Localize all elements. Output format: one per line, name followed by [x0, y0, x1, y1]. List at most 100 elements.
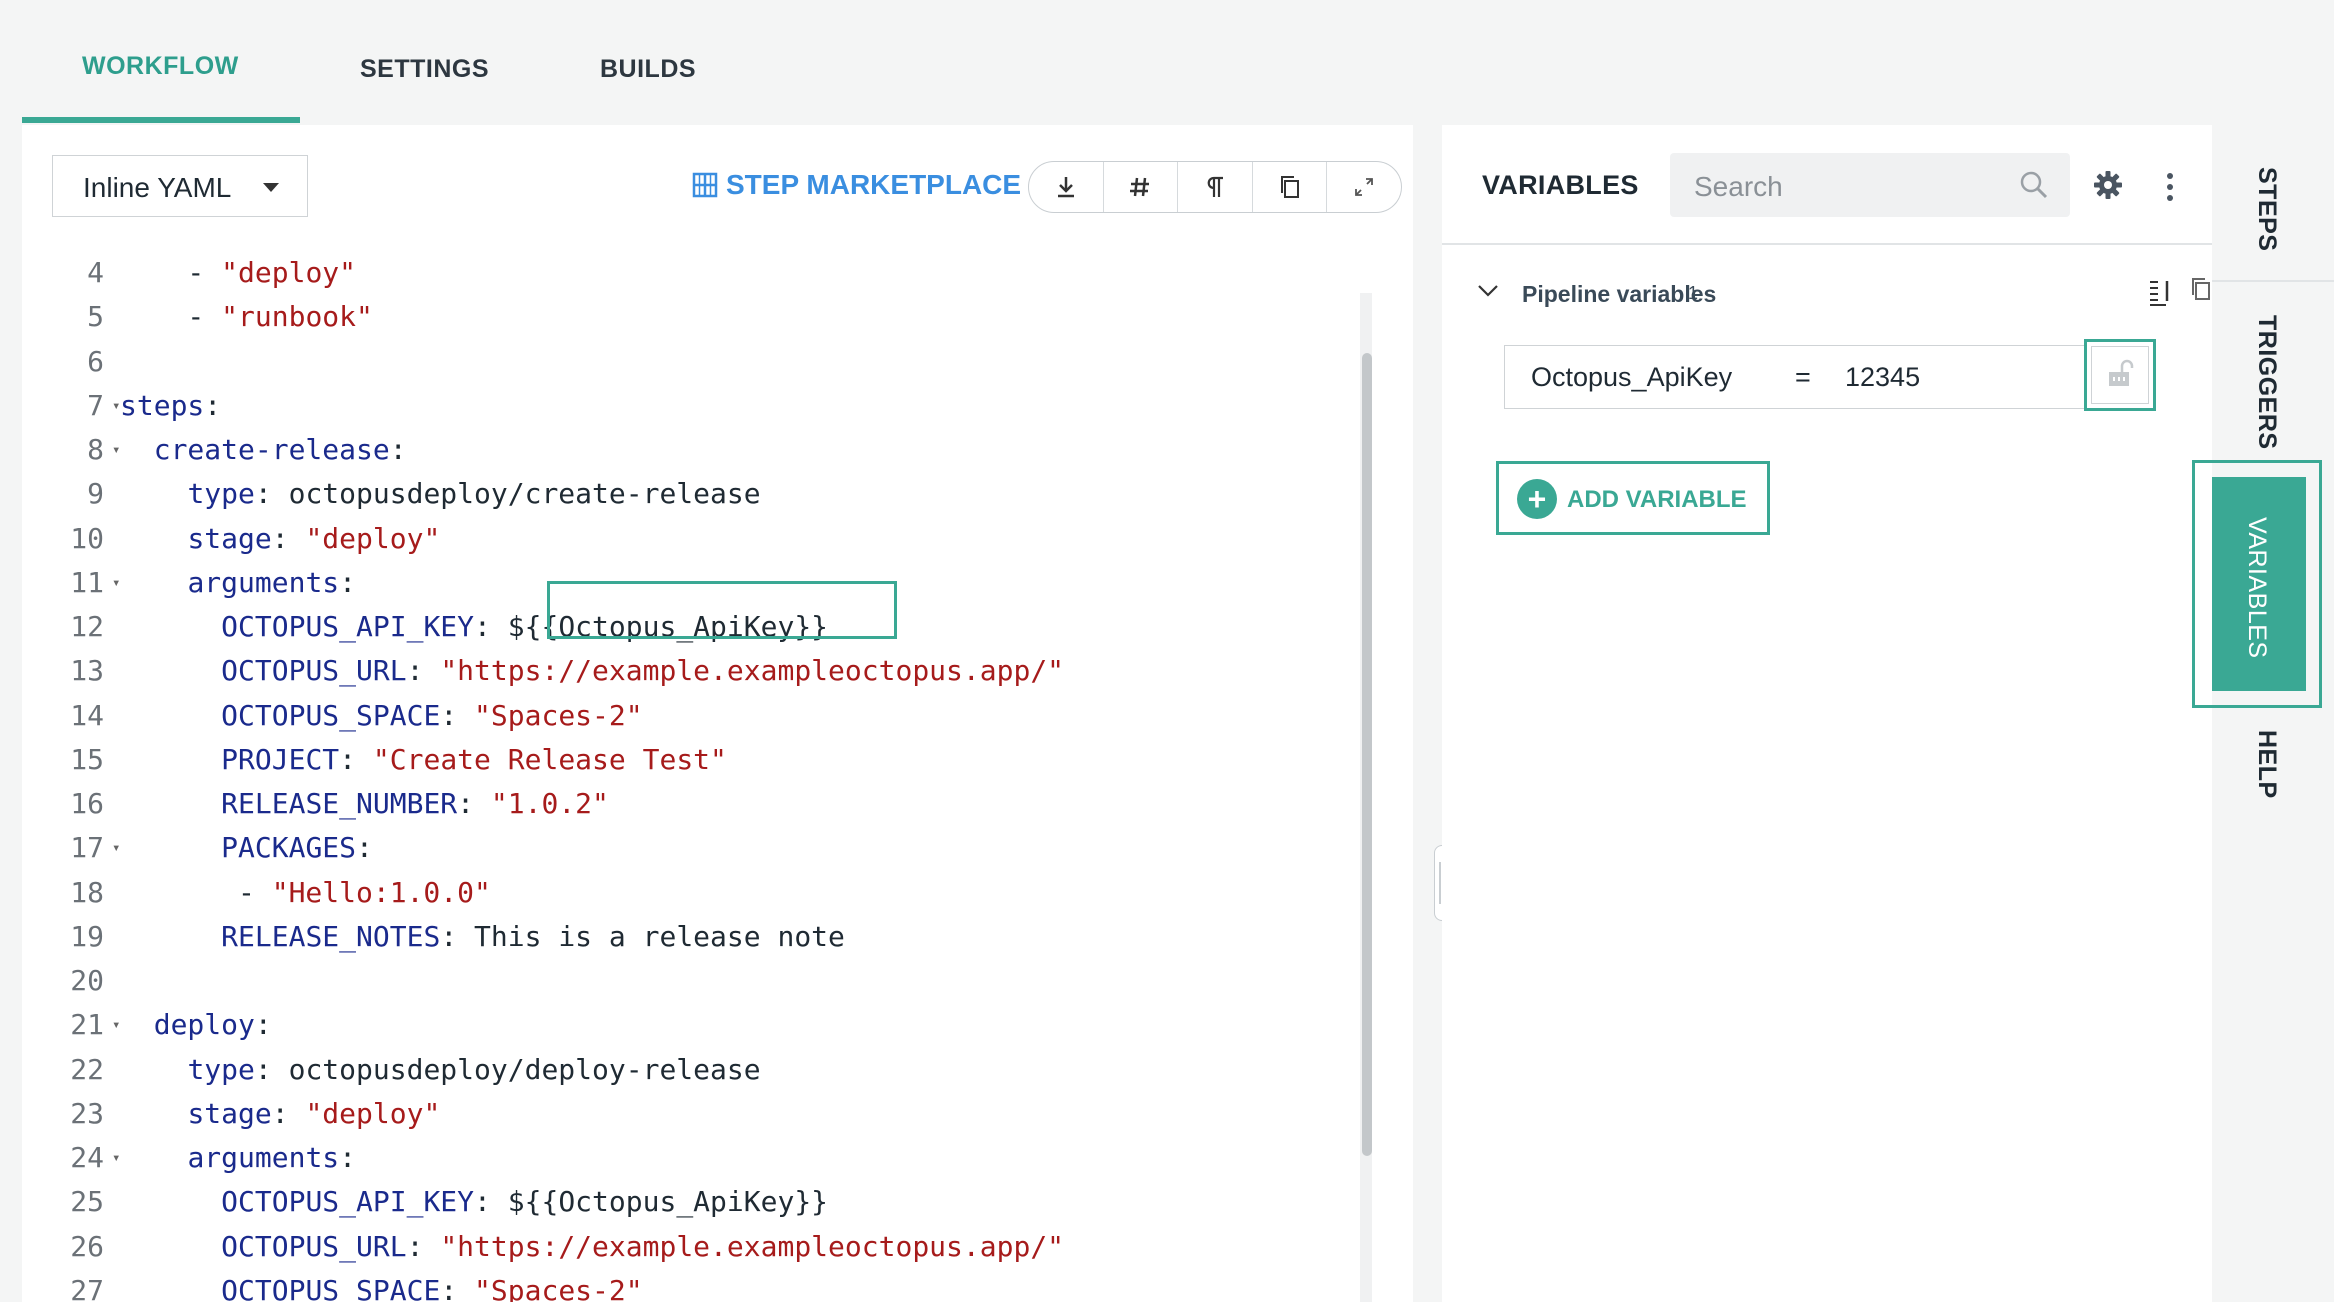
variable-row[interactable]: Octopus_ApiKey = 12345 — [1504, 345, 2092, 409]
code-text: arguments: — [187, 565, 357, 599]
code-line[interactable]: 16 RELEASE_NUMBER: "1.0.2" — [22, 782, 1362, 826]
code-text: OCTOPUS_API_KEY: ${{Octopus_ApiKey}} — [221, 610, 829, 643]
active-tab-indicator — [22, 117, 300, 123]
line-number: 18 — [70, 875, 104, 909]
line-number: 12 — [70, 610, 104, 643]
rail-variables-label: VARIABLES — [2243, 517, 2271, 659]
line-number: 14 — [70, 698, 104, 732]
line-number: 20 — [70, 964, 104, 997]
code-text: type: octopusdeploy/create-release — [187, 477, 761, 511]
code-area[interactable]: 4 - "deploy" 5 - "runbook" 6 7 ▾ steps: 8 ▾ cre… — [22, 243, 1362, 1302]
line-number: 19 — [70, 919, 104, 953]
code-line[interactable]: 9 type: octopusdeploy/create-release — [22, 472, 1362, 516]
line-number: 25 — [70, 1185, 104, 1219]
fullscreen-button[interactable] — [1327, 162, 1401, 212]
copy-icon[interactable] — [2188, 275, 2214, 303]
gear-icon[interactable] — [2092, 169, 2124, 201]
code-line[interactable]: 5 - "runbook" — [22, 295, 1362, 339]
line-number: 7 — [87, 388, 104, 422]
code-text: type: octopusdeploy/deploy-release — [187, 1052, 761, 1086]
code-text: - "runbook" — [120, 300, 373, 334]
code-line[interactable]: 6 — [22, 340, 1362, 384]
divider — [1442, 243, 2212, 245]
right-rail: STEPS TRIGGERS HELP — [2212, 125, 2334, 1302]
yaml-editor-panel: Inline YAML STEP MARKETPLACE 4 - "deploy… — [22, 125, 1413, 1302]
variable-name[interactable]: Octopus_ApiKey — [1531, 362, 1732, 393]
code-line[interactable]: 18 - "Hello:1.0.0" — [22, 871, 1362, 915]
code-text: OCTOPUS_API_KEY: ${{Octopus_ApiKey}} — [221, 1185, 829, 1219]
edit-list-icon[interactable] — [2146, 277, 2174, 307]
tab-workflow[interactable]: WORKFLOW — [82, 52, 239, 81]
code-line[interactable]: 13 OCTOPUS_URL: "https://example.example… — [22, 649, 1362, 693]
rail-triggers[interactable]: TRIGGERS — [2252, 315, 2281, 450]
line-number: 23 — [70, 1096, 104, 1130]
code-line[interactable]: 26 OCTOPUS_URL: "https://example.example… — [22, 1225, 1362, 1269]
variables-search-input[interactable]: Search — [1670, 153, 2070, 217]
code-line[interactable]: 21 ▾ deploy: — [22, 1003, 1362, 1047]
pipeline-variables-section: Pipeline variables 1 — [1476, 273, 2210, 315]
editor-mode-value: Inline YAML — [83, 172, 232, 203]
code-text: steps: — [120, 388, 222, 422]
expand-icon — [1355, 178, 1374, 196]
line-number: 15 — [70, 742, 104, 776]
code-line[interactable]: 24 ▾ arguments: — [22, 1136, 1362, 1180]
code-line[interactable]: 25 OCTOPUS_API_KEY: ${{Octopus_ApiKey}} — [22, 1180, 1362, 1224]
code-line[interactable]: 20 — [22, 959, 1362, 1003]
add-variable-button[interactable]: + ADD VARIABLE — [1496, 461, 1770, 535]
chevron-down-icon[interactable] — [1476, 279, 1500, 303]
variable-equals: = — [1795, 362, 1811, 392]
tab-builds[interactable]: BUILDS — [600, 55, 696, 84]
editor-mode-dropdown[interactable]: Inline YAML — [52, 155, 308, 217]
download-button[interactable] — [1029, 162, 1104, 212]
line-number: 13 — [70, 654, 104, 688]
rail-steps[interactable]: STEPS — [2252, 167, 2281, 251]
copy-button[interactable] — [1253, 162, 1328, 212]
grid-icon — [692, 172, 718, 198]
line-number: 11 — [70, 565, 104, 599]
line-number: 26 — [70, 1229, 104, 1263]
line-number: 22 — [70, 1052, 104, 1086]
code-line[interactable]: 4 - "deploy" — [22, 251, 1362, 295]
tab-settings[interactable]: SETTINGS — [360, 55, 489, 84]
code-line[interactable]: 14 OCTOPUS_SPACE: "Spaces-2" — [22, 694, 1362, 738]
line-number: 10 — [70, 521, 104, 555]
secret-toggle-button[interactable] — [2084, 339, 2156, 411]
code-line[interactable]: 22 type: octopusdeploy/deploy-release — [22, 1048, 1362, 1092]
line-number: 6 — [87, 344, 104, 378]
unlock-icon — [2109, 359, 2134, 386]
variable-value[interactable]: 12345 — [1845, 362, 1920, 393]
code-line[interactable]: 23 stage: "deploy" — [22, 1092, 1362, 1136]
code-text: - "deploy" — [120, 256, 357, 289]
code-line[interactable]: 7 ▾ steps: — [22, 384, 1362, 428]
line-numbers-button[interactable] — [1104, 162, 1179, 212]
line-number: 16 — [70, 787, 104, 820]
code-line[interactable]: 17 ▾ PACKAGES: — [22, 826, 1362, 870]
code-text: stage: "deploy" — [187, 521, 441, 555]
code-line[interactable]: 10 stage: "deploy" — [22, 517, 1362, 561]
editor-scrollbar-thumb[interactable] — [1362, 353, 1372, 1156]
line-number: 17 — [70, 831, 104, 865]
show-whitespace-button[interactable] — [1178, 162, 1253, 212]
code-line[interactable]: 11 ▾ arguments: — [22, 561, 1362, 605]
rail-variables[interactable]: VARIABLES — [2212, 477, 2306, 691]
code-line[interactable]: 15 PROJECT: "Create Release Test" — [22, 738, 1362, 782]
rail-help[interactable]: HELP — [2252, 730, 2281, 799]
code-line[interactable]: 8 ▾ create-release: — [22, 428, 1362, 472]
code-line[interactable]: 12 OCTOPUS_API_KEY: ${{Octopus_ApiKey}} — [22, 605, 1362, 649]
code-text: RELEASE_NUMBER: "1.0.2" — [221, 787, 609, 820]
code-text: - "Hello:1.0.0" — [120, 875, 491, 909]
step-marketplace-button[interactable]: STEP MARKETPLACE — [692, 169, 1021, 201]
variables-title: VARIABLES — [1482, 170, 1639, 200]
more-options-icon[interactable] — [2164, 171, 2176, 203]
line-number: 4 — [87, 256, 104, 289]
line-number: 9 — [87, 477, 104, 511]
pilcrow-icon — [1207, 176, 1223, 197]
code-line[interactable]: 19 RELEASE_NOTES: This is a release note — [22, 915, 1362, 959]
line-number: 24 — [70, 1141, 104, 1174]
code-text: OCTOPUS_URL: "https://example.exampleoct… — [221, 654, 1065, 688]
plus-icon: + — [1517, 479, 1557, 519]
code-text: create-release: — [153, 433, 407, 466]
code-text: PROJECT: "Create Release Test" — [221, 742, 727, 776]
code-line[interactable]: 27 OCTOPUS_SPACE: "Spaces-2" — [22, 1269, 1362, 1302]
top-tabs: WORKFLOW SETTINGS BUILDS — [0, 0, 2334, 125]
